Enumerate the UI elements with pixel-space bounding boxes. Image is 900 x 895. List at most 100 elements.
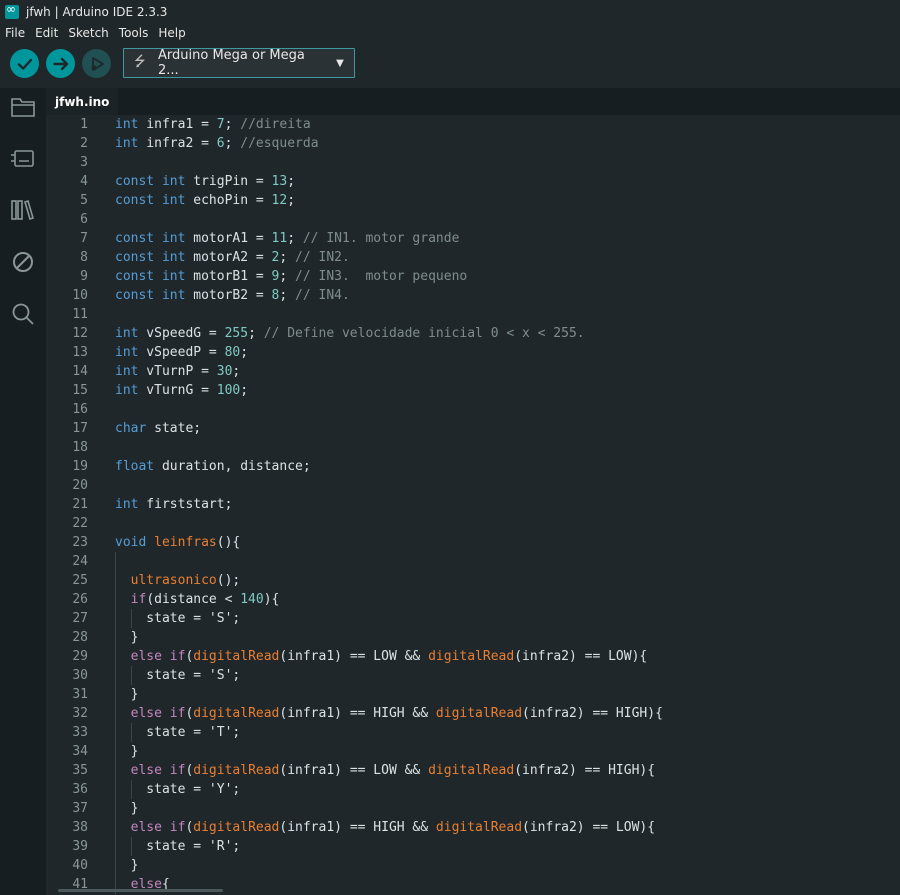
line-number: 7 (80, 231, 88, 246)
line-number: 18 (72, 440, 88, 455)
code-text: } (115, 630, 139, 645)
menu-help[interactable]: Help (153, 26, 190, 40)
code-text: state = 'R'; (115, 839, 241, 854)
line-number: 4 (80, 174, 88, 189)
menu-file[interactable]: File (0, 26, 30, 40)
title-bar: jfwh | Arduino IDE 2.3.3 (0, 0, 900, 23)
code-text: int vSpeedG = 255; // Define velocidade … (115, 326, 585, 341)
code-line[interactable]: 33 state = 'T'; (46, 723, 900, 742)
code-line[interactable]: 37 } (46, 799, 900, 818)
line-number: 23 (72, 535, 88, 550)
code-line[interactable]: 4 const int trigPin = 13; (46, 172, 900, 191)
code-line[interactable]: 29 else if(digitalRead(infra1) == LOW &&… (46, 647, 900, 666)
line-number: 1 (80, 117, 88, 132)
line-number: 13 (72, 345, 88, 360)
chevron-down-icon: ▼ (336, 57, 344, 69)
menu-edit[interactable]: Edit (30, 26, 63, 40)
indent-guide (131, 780, 132, 799)
code-text: } (115, 744, 139, 759)
usb-icon: ⭍ (134, 54, 146, 70)
code-line[interactable]: 18 (46, 438, 900, 457)
upload-button[interactable] (46, 49, 75, 78)
code-line[interactable]: 22 (46, 514, 900, 533)
code-line[interactable]: 19 float duration, distance; (46, 457, 900, 476)
code-line[interactable]: 32 else if(digitalRead(infra1) == HIGH &… (46, 704, 900, 723)
code-line[interactable]: 26 if(distance < 140){ (46, 590, 900, 609)
line-number: 19 (72, 459, 88, 474)
menu-bar: File Edit Sketch Tools Help (0, 23, 900, 43)
code-line[interactable]: 38 else if(digitalRead(infra1) == HIGH &… (46, 818, 900, 837)
code-line[interactable]: 10 const int motorB2 = 8; // IN4. (46, 286, 900, 305)
code-text: state = 'T'; (115, 725, 241, 740)
code-line[interactable]: 8 const int motorA2 = 2; // IN2. (46, 248, 900, 267)
line-number: 29 (72, 649, 88, 664)
menu-sketch[interactable]: Sketch (63, 26, 113, 40)
board-label: Arduino Mega or Mega 2... (158, 48, 305, 78)
code-text: state = 'Y'; (115, 782, 241, 797)
sidebar (0, 88, 46, 895)
code-text: int firststart; (115, 497, 233, 512)
line-number: 20 (72, 478, 88, 493)
indent-guide (131, 609, 132, 628)
line-number: 16 (72, 402, 88, 417)
debug-icon (91, 56, 104, 71)
code-line[interactable]: 20 (46, 476, 900, 495)
arduino-logo-icon (5, 2, 19, 19)
code-line[interactable]: 14 int vTurnP = 30; (46, 362, 900, 381)
code-line[interactable]: 13 int vSpeedP = 80; (46, 343, 900, 362)
code-text: void leinfras(){ (115, 535, 241, 550)
search-icon[interactable] (10, 301, 36, 327)
code-text: else if(digitalRead(infra1) == HIGH && d… (130, 706, 663, 721)
code-line[interactable]: 6 (46, 210, 900, 229)
code-line[interactable]: 36 state = 'Y'; (46, 780, 900, 799)
code-line[interactable]: 7 const int motorA1 = 11; // IN1. motor g… (46, 229, 900, 248)
code-line[interactable]: 3 (46, 153, 900, 172)
line-number: 27 (72, 611, 88, 626)
code-line[interactable]: 5 const int echoPin = 12; (46, 191, 900, 210)
debug-disabled-icon[interactable] (10, 249, 36, 275)
window-title: jfwh | Arduino IDE 2.3.3 (26, 4, 168, 19)
line-number: 32 (72, 706, 88, 721)
debug-button[interactable] (82, 49, 111, 78)
indent-guide (131, 666, 132, 685)
code-line[interactable]: 35 else if(digitalRead(infra1) == LOW &&… (46, 761, 900, 780)
code-line[interactable]: 24 (46, 552, 900, 571)
library-icon[interactable] (10, 197, 36, 223)
code-line[interactable]: 11 (46, 305, 900, 324)
code-text: const int trigPin = 13; (115, 174, 296, 189)
code-text: state = 'S'; (115, 611, 241, 626)
code-line[interactable]: 25 ultrasonico(); (46, 571, 900, 590)
line-number: 21 (72, 497, 88, 512)
code-text: } (115, 687, 139, 702)
code-line[interactable]: 9 const int motorB1 = 9; // IN3. motor pe… (46, 267, 900, 286)
code-line[interactable]: 21 int firststart; (46, 495, 900, 514)
code-editor[interactable]: 1 int infra1 = 7; //direita 2 int infra2 = … (46, 115, 900, 895)
code-line[interactable]: 1 int infra1 = 7; //direita (46, 115, 900, 134)
code-line[interactable]: 27 state = 'S'; (46, 609, 900, 628)
code-text: } (115, 858, 139, 873)
horizontal-scrollbar[interactable] (58, 889, 223, 892)
code-line[interactable]: 23 void leinfras(){ (46, 533, 900, 552)
code-line[interactable]: 34 } (46, 742, 900, 761)
line-number: 15 (72, 383, 88, 398)
code-line[interactable]: 28 } (46, 628, 900, 647)
indent-guide (131, 723, 132, 742)
board-selector[interactable]: ⭍ Arduino Mega or Mega 2... ▼ (123, 48, 355, 78)
code-line[interactable]: 40 } (46, 856, 900, 875)
line-number: 33 (72, 725, 88, 740)
code-line[interactable]: 15 int vTurnG = 100; (46, 381, 900, 400)
code-line[interactable]: 17 char state; (46, 419, 900, 438)
line-number: 3 (80, 155, 88, 170)
code-line[interactable]: 16 (46, 400, 900, 419)
code-line[interactable]: 30 state = 'S'; (46, 666, 900, 685)
code-line[interactable]: 31 } (46, 685, 900, 704)
code-line[interactable]: 2 int infra2 = 6; //esquerda (46, 134, 900, 153)
tab-jfwh-ino[interactable]: jfwh.ino (46, 88, 119, 115)
indent-guide (131, 837, 132, 856)
board-icon[interactable] (10, 145, 36, 171)
menu-tools[interactable]: Tools (114, 26, 154, 40)
folder-icon[interactable] (10, 94, 36, 120)
code-line[interactable]: 39 state = 'R'; (46, 837, 900, 856)
code-line[interactable]: 12 int vSpeedG = 255; // Define velocidad… (46, 324, 900, 343)
verify-button[interactable] (10, 49, 39, 78)
